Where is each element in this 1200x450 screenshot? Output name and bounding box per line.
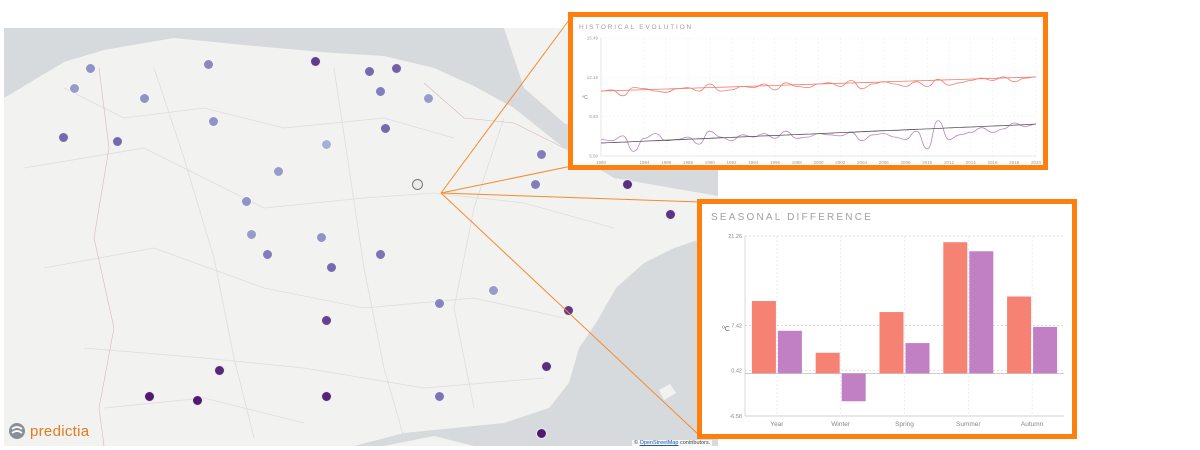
logo-text: predictia (30, 422, 90, 440)
x-tick-label: 2010 (922, 160, 933, 165)
x-tick-label: 2006 (879, 160, 890, 165)
x-tick-label: 1992 (726, 160, 737, 165)
station-marker[interactable] (423, 92, 435, 104)
bar-summer-1 (943, 242, 968, 374)
x-tick-label: 2018 (1009, 160, 1020, 165)
bar-autumn-1 (1007, 296, 1032, 374)
bar-year-2 (777, 330, 802, 374)
station-marker[interactable] (621, 178, 633, 190)
y-tick-label: 12.16 (587, 75, 599, 80)
seasonal-difference-panel: SEASONAL DIFFERENCE 21.26 7.42 0.42 -6.58 ºC… (697, 199, 1077, 439)
x-tick-label: Spring (895, 421, 914, 428)
station-marker[interactable] (374, 86, 386, 98)
station-marker[interactable] (433, 391, 445, 403)
x-tick-label: 1996 (770, 160, 781, 165)
station-marker[interactable] (240, 195, 252, 207)
station-marker[interactable] (535, 427, 547, 439)
bar-autumn-2 (1033, 326, 1058, 374)
bar-winter-2 (841, 373, 866, 402)
x-tick-label: 1990 (705, 160, 716, 165)
y-axis-label: ºC (722, 326, 730, 333)
bar-winter-1 (815, 352, 840, 374)
attribution-prefix: © (634, 440, 639, 446)
station-marker[interactable] (68, 82, 80, 94)
x-tick-label: 2014 (966, 160, 977, 165)
station-marker[interactable] (315, 232, 327, 243)
station-marker[interactable] (487, 285, 499, 297)
x-tick-label: 2002 (835, 160, 846, 165)
y-tick-label: 7.42 (731, 323, 742, 329)
x-tick-label: Winter (831, 421, 851, 428)
predictia-logo-icon (9, 423, 25, 439)
y-axis-label: ºC (582, 95, 588, 101)
x-tick-label: 2000 (813, 160, 824, 165)
x-tick-label: 1994 (748, 160, 759, 165)
y-tick-label: 5.50 (589, 154, 598, 159)
x-tick-label: 1998 (792, 160, 803, 165)
station-marker[interactable] (272, 165, 284, 177)
station-marker[interactable] (192, 394, 204, 406)
x-tick-label: 2008 (900, 160, 911, 165)
x-tick-label: 2012 (944, 160, 955, 165)
predictia-logo: predictia (8, 422, 89, 440)
station-marker[interactable] (562, 304, 574, 316)
station-marker[interactable] (245, 228, 257, 240)
x-tick-label: Autumn (1021, 421, 1044, 428)
station-marker[interactable] (262, 248, 274, 260)
x-tick-label: 2016 (987, 160, 998, 165)
y-tick-label: 21.26 (728, 234, 742, 240)
map-attribution: © OpenStreetMap contributors. (632, 440, 713, 446)
bar-spring-1 (879, 312, 904, 374)
y-tick-label: -6.58 (729, 414, 742, 420)
y-tick-label: 8.83 (589, 114, 598, 119)
bar-year-1 (751, 301, 776, 374)
station-marker[interactable] (380, 122, 392, 134)
station-marker[interactable] (535, 149, 547, 161)
station-marker[interactable] (664, 208, 676, 220)
attribution-suffix: contributors. (679, 440, 711, 446)
x-tick-label: Summer (956, 421, 981, 428)
bar-summer-2 (969, 251, 994, 374)
x-tick-label: Year (770, 421, 784, 428)
historical-evolution-panel: HISTORICAL EVOLUTION 1980 1984 1986 1988 199… (568, 12, 1048, 170)
station-marker[interactable] (213, 364, 225, 376)
station-marker[interactable] (138, 92, 150, 104)
x-tick-label: 1988 (683, 160, 694, 165)
station-marker[interactable] (111, 135, 123, 147)
y-tick-label: 15.49 (587, 36, 599, 41)
x-tick-label: 2020 (1031, 160, 1042, 165)
y-tick-label: 0.42 (731, 369, 742, 375)
x-tick-label: 2004 (857, 160, 868, 165)
openstreetmap-link[interactable]: OpenStreetMap (640, 440, 679, 446)
station-marker[interactable] (390, 62, 402, 74)
x-tick-label: 1980 (596, 160, 607, 165)
seasonal-difference-chart[interactable]: 21.26 7.42 0.42 -6.58 ºC Year Winter Spring Summ… (702, 204, 1072, 434)
historical-evolution-chart[interactable]: 1980 1984 1986 1988 1990 1992 1994 1996 1998 2000… (573, 17, 1043, 165)
bar-spring-2 (905, 343, 930, 374)
station-marker[interactable] (84, 62, 96, 74)
station-marker[interactable] (374, 248, 386, 260)
x-tick-label: 1984 (639, 160, 650, 165)
x-tick-label: 1986 (661, 160, 672, 165)
station-marker[interactable] (321, 314, 333, 326)
